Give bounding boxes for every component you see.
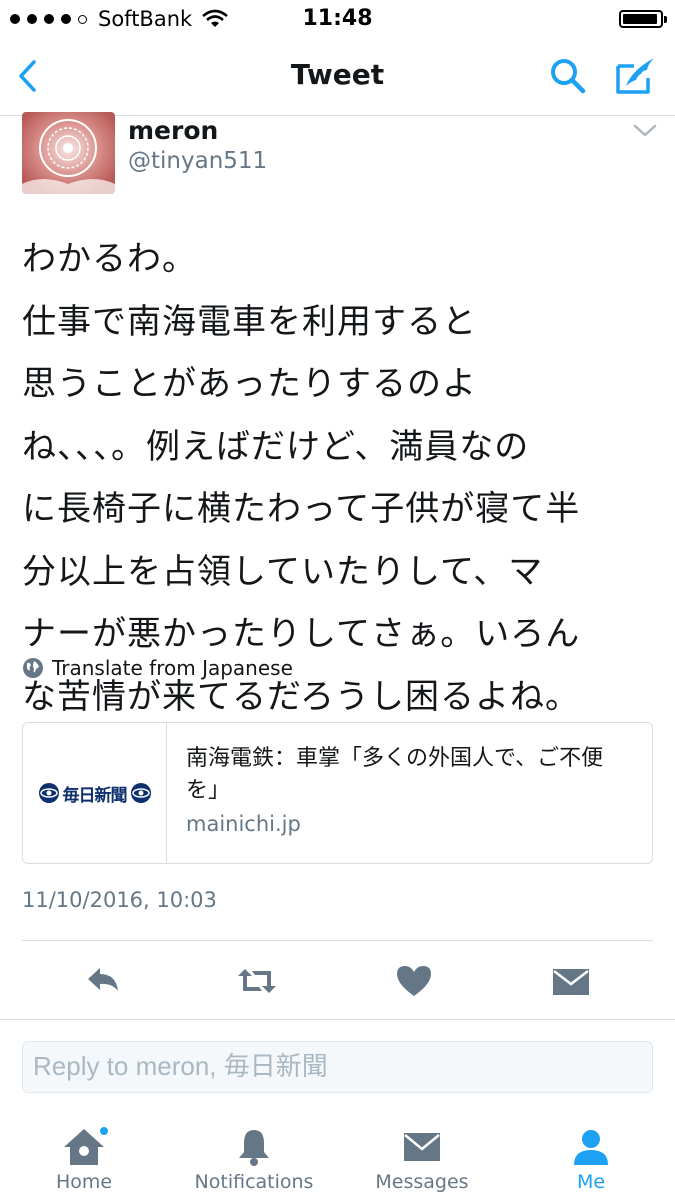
card-domain: mainichi.jp xyxy=(186,812,301,836)
reply-input[interactable] xyxy=(23,1042,633,1090)
globe-icon xyxy=(23,658,43,678)
card-title: 南海電鉄：車掌「多くの外国人で、ご不便を」 xyxy=(186,746,604,803)
nav-bar: Tweet xyxy=(0,38,675,116)
translate-link[interactable]: Translate from Japanese xyxy=(22,654,293,682)
notification-badge xyxy=(100,1127,108,1135)
mainichi-logo-icon xyxy=(130,783,151,803)
person-icon xyxy=(574,1130,608,1165)
tab-label-home: Home xyxy=(55,1171,113,1193)
tab-label-notifications: Notifications xyxy=(194,1171,314,1193)
tab-label-me: Me xyxy=(576,1171,606,1193)
tab-home[interactable]: Home xyxy=(9,1115,159,1200)
translate-label: Translate from Japanese xyxy=(52,656,293,680)
tweet-text: わかるわ。 仕事で南海電車を利用すると 思うことがあったりするのよ ね、、、。例… xyxy=(22,239,581,717)
avatar-image xyxy=(22,112,115,194)
avatar[interactable] xyxy=(22,112,115,194)
home-icon xyxy=(64,1127,108,1165)
card-thumbnail: 毎日新聞 xyxy=(23,723,167,863)
action-bar xyxy=(0,941,675,1019)
bell-icon xyxy=(239,1130,269,1166)
author-handle[interactable]: @tinyan511 xyxy=(128,148,267,174)
reply-icon[interactable] xyxy=(84,963,124,999)
like-heart-icon[interactable] xyxy=(394,963,434,999)
chevron-down-icon[interactable] xyxy=(632,122,658,140)
direct-message-icon[interactable] xyxy=(551,963,591,999)
divider xyxy=(0,1019,675,1020)
tab-me[interactable]: Me xyxy=(516,1115,666,1200)
search-icon[interactable] xyxy=(548,56,588,96)
tweet-timestamp: 11/10/2016, 10:03 xyxy=(22,888,217,912)
envelope-icon xyxy=(404,1133,440,1161)
tab-messages[interactable]: Messages xyxy=(347,1115,497,1200)
reply-composer[interactable] xyxy=(22,1041,653,1093)
status-time: 11:48 xyxy=(302,6,373,31)
retweet-icon[interactable] xyxy=(237,963,277,999)
card-logo-text: 毎日新聞 xyxy=(62,785,128,806)
tab-notifications[interactable]: Notifications xyxy=(179,1115,329,1200)
tab-bar: Home Notifications Messages Me xyxy=(0,1115,675,1200)
status-bar: SoftBank 11:48 xyxy=(0,0,675,38)
battery-icon xyxy=(619,10,667,28)
mainichi-logo-icon xyxy=(38,783,59,803)
author-name[interactable]: meron xyxy=(128,116,218,145)
link-card[interactable]: 毎日新聞 南海電鉄：車掌「多くの外国人で、ご不便を」 mainichi.jp xyxy=(22,722,653,864)
compose-tweet-icon[interactable] xyxy=(614,54,658,96)
tab-label-messages: Messages xyxy=(375,1171,469,1193)
